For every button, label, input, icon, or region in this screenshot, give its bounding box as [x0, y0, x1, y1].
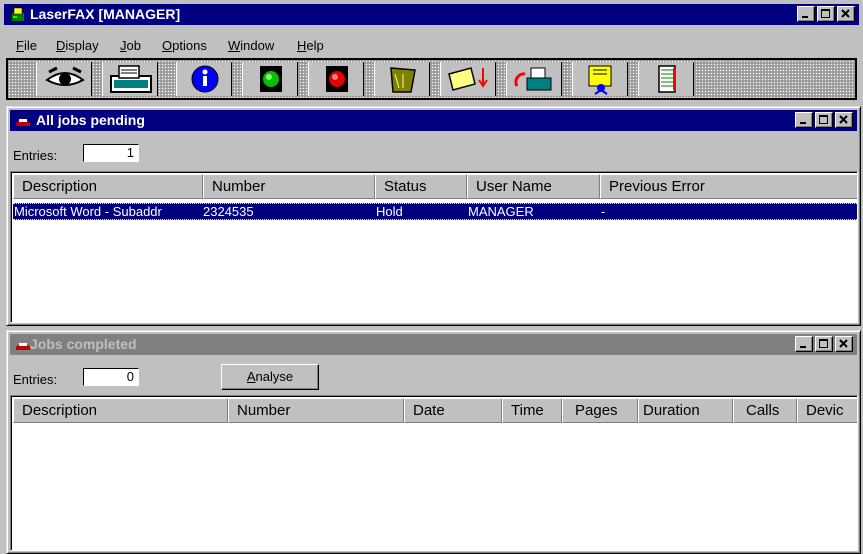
completed-minimize-button[interactable] — [795, 336, 813, 352]
menu-display-mnemonic: D — [56, 38, 66, 53]
maximize-icon — [819, 115, 828, 124]
pending-entries-count: 1 — [83, 144, 139, 162]
analyse-mnemonic: A — [246, 369, 256, 384]
minimize-button[interactable] — [797, 6, 815, 22]
completed-col-date[interactable]: Date — [404, 398, 502, 423]
laserfax-app-icon — [12, 7, 24, 21]
pending-list-header: Description Number Status User Name Prev… — [13, 174, 857, 199]
pending-col-user-name[interactable]: User Name — [467, 174, 600, 199]
toolbar-button-fax[interactable] — [102, 62, 158, 96]
completed-col-calls[interactable]: Calls — [733, 398, 797, 423]
toolbar-button-redial[interactable] — [506, 62, 562, 96]
fax-machine-icon — [110, 65, 152, 93]
menu-display-label: isplay — [65, 38, 99, 53]
scroll-person-icon — [588, 65, 612, 95]
close-button[interactable] — [837, 6, 855, 22]
red-light-icon — [326, 66, 348, 92]
completed-col-time[interactable]: Time — [502, 398, 562, 423]
green-light-icon — [260, 66, 282, 92]
toolbar-button-hold[interactable] — [308, 62, 364, 96]
completed-list-header: Description Number Date Time Pages Durat… — [13, 398, 857, 423]
minimize-icon — [800, 122, 806, 124]
toolbar-button-users[interactable] — [572, 62, 628, 96]
menu-file-mnemonic: F — [16, 38, 24, 53]
pending-col-number[interactable]: Number — [203, 174, 375, 199]
menu-help[interactable]: Help — [297, 38, 324, 53]
menu-window[interactable]: Window — [228, 38, 274, 53]
pending-col-status[interactable]: Status — [375, 174, 467, 199]
pending-jobs-window: All jobs pending Entries: 1 Description … — [6, 106, 861, 326]
completed-jobs-list[interactable]: Description Number Date Time Pages Durat… — [10, 395, 858, 551]
menu-bar: File Display Job Options Window Help — [0, 34, 863, 56]
menu-display[interactable]: Display — [56, 38, 99, 53]
completed-col-pages[interactable]: Pages — [562, 398, 638, 423]
toolbar-button-delete[interactable] — [374, 62, 430, 96]
completed-title: Jobs completed — [30, 336, 137, 352]
pending-titlebar[interactable]: All jobs pending — [10, 110, 857, 131]
toolbar-button-resume[interactable] — [242, 62, 298, 96]
row-user-name: MANAGER — [468, 204, 534, 219]
row-number: 2324535 — [203, 204, 254, 219]
toolbar — [6, 58, 857, 100]
completed-entries-count: 0 — [83, 368, 139, 386]
completed-titlebar[interactable]: Jobs completed — [10, 334, 857, 355]
menu-options-label: ptions — [172, 38, 207, 53]
close-icon — [839, 339, 848, 348]
pending-col-description[interactable]: Description — [13, 174, 203, 199]
app-titlebar[interactable]: LaserFAX [MANAGER] — [4, 4, 859, 25]
folder-arrow-icon — [448, 67, 488, 91]
pending-close-button[interactable] — [835, 112, 853, 128]
menu-file[interactable]: File — [16, 38, 37, 53]
trash-bin-icon — [390, 67, 416, 93]
completed-jobs-window: Jobs completed Entries: 0 Analyse Descri… — [6, 330, 861, 554]
phone-refresh-icon — [514, 67, 552, 91]
toolbar-button-import[interactable] — [440, 62, 496, 96]
fax-window-icon — [16, 119, 30, 126]
notebook-icon — [658, 65, 676, 93]
app-title: LaserFAX [MANAGER] — [30, 6, 181, 22]
pending-jobs-list[interactable]: Description Number Status User Name Prev… — [10, 171, 858, 323]
completed-maximize-button[interactable] — [815, 336, 833, 352]
close-icon — [841, 9, 850, 18]
row-description: Microsoft Word - Subaddr — [14, 204, 162, 219]
minimize-icon — [802, 16, 808, 18]
maximize-icon — [819, 339, 828, 348]
minimize-icon — [800, 346, 806, 348]
info-icon — [191, 65, 219, 93]
completed-close-button[interactable] — [835, 336, 853, 352]
completed-col-duration[interactable]: Duration — [638, 398, 733, 423]
toolbar-button-info[interactable] — [176, 62, 232, 96]
menu-file-label: ile — [23, 38, 37, 53]
row-previous-error: - — [601, 204, 606, 219]
pending-col-previous-error[interactable]: Previous Error — [600, 174, 857, 199]
analyse-label: nalyse — [255, 369, 294, 384]
pending-title: All jobs pending — [36, 112, 145, 128]
row-status: Hold — [376, 204, 403, 219]
maximize-button[interactable] — [817, 6, 835, 22]
close-icon — [839, 115, 848, 124]
toolbar-button-log[interactable] — [638, 62, 694, 96]
completed-col-number[interactable]: Number — [228, 398, 404, 423]
completed-entries-label: Entries: — [13, 372, 58, 387]
menu-job-label: ob — [126, 38, 141, 53]
menu-options-mnemonic: O — [162, 38, 173, 53]
toolbar-button-view[interactable] — [36, 62, 92, 96]
menu-window-mnemonic: W — [228, 38, 241, 53]
menu-window-label: indow — [240, 38, 275, 53]
menu-job[interactable]: Job — [120, 38, 141, 53]
completed-col-description[interactable]: Description — [13, 398, 228, 423]
maximize-icon — [821, 9, 830, 18]
menu-help-label: elp — [306, 38, 324, 53]
pending-maximize-button[interactable] — [815, 112, 833, 128]
table-row[interactable]: Microsoft Word - Subaddr 2324535 Hold MA… — [13, 203, 857, 220]
menu-help-mnemonic: H — [297, 38, 307, 53]
analyse-button[interactable]: Analyse — [221, 364, 319, 390]
pending-entries-label: Entries: — [13, 148, 58, 163]
pending-minimize-button[interactable] — [795, 112, 813, 128]
eye-icon — [45, 66, 85, 86]
completed-col-device[interactable]: Devic — [797, 398, 857, 423]
menu-options[interactable]: Options — [162, 38, 207, 53]
